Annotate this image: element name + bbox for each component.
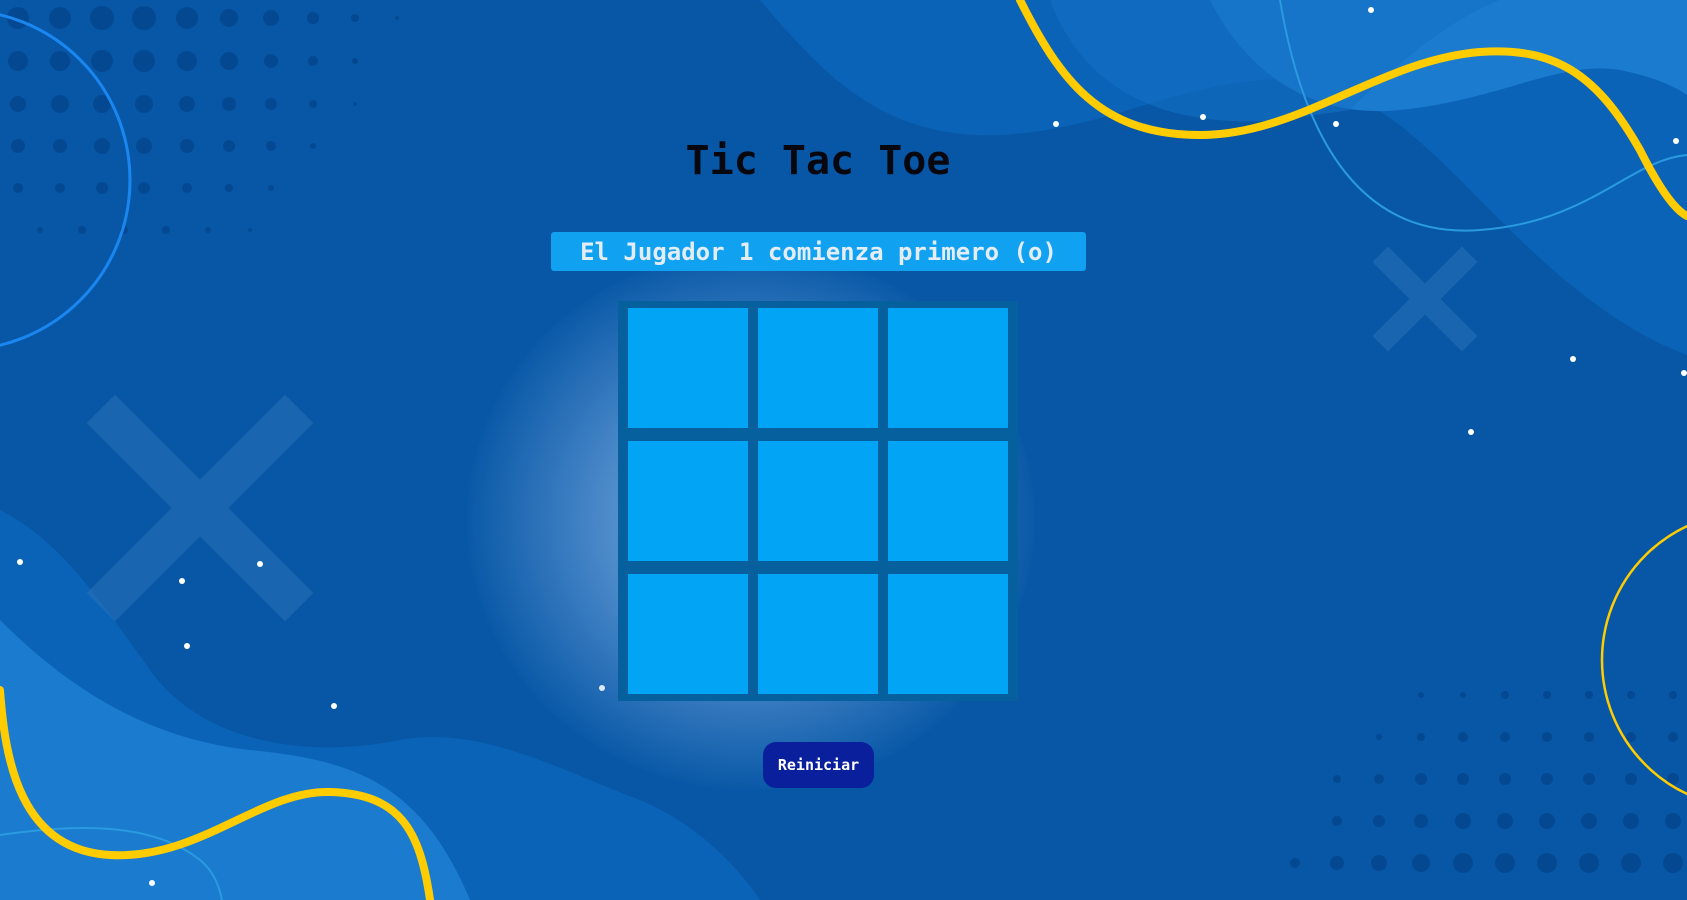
restart-button[interactable]: Reiniciar [763, 742, 874, 788]
board-cell-4[interactable] [628, 441, 748, 561]
board-cell-6[interactable] [888, 441, 1008, 561]
board-cell-8[interactable] [758, 574, 878, 694]
game-board [618, 301, 1018, 701]
page-title: Tic Tac Toe [685, 138, 951, 184]
board-cell-5[interactable] [758, 441, 878, 561]
board-cell-1[interactable] [628, 308, 748, 428]
board-cell-7[interactable] [628, 574, 748, 694]
board-cell-3[interactable] [888, 308, 1008, 428]
board-cell-2[interactable] [758, 308, 878, 428]
turn-status-banner: El Jugador 1 comienza primero (o) [551, 232, 1086, 271]
board-cell-9[interactable] [888, 574, 1008, 694]
